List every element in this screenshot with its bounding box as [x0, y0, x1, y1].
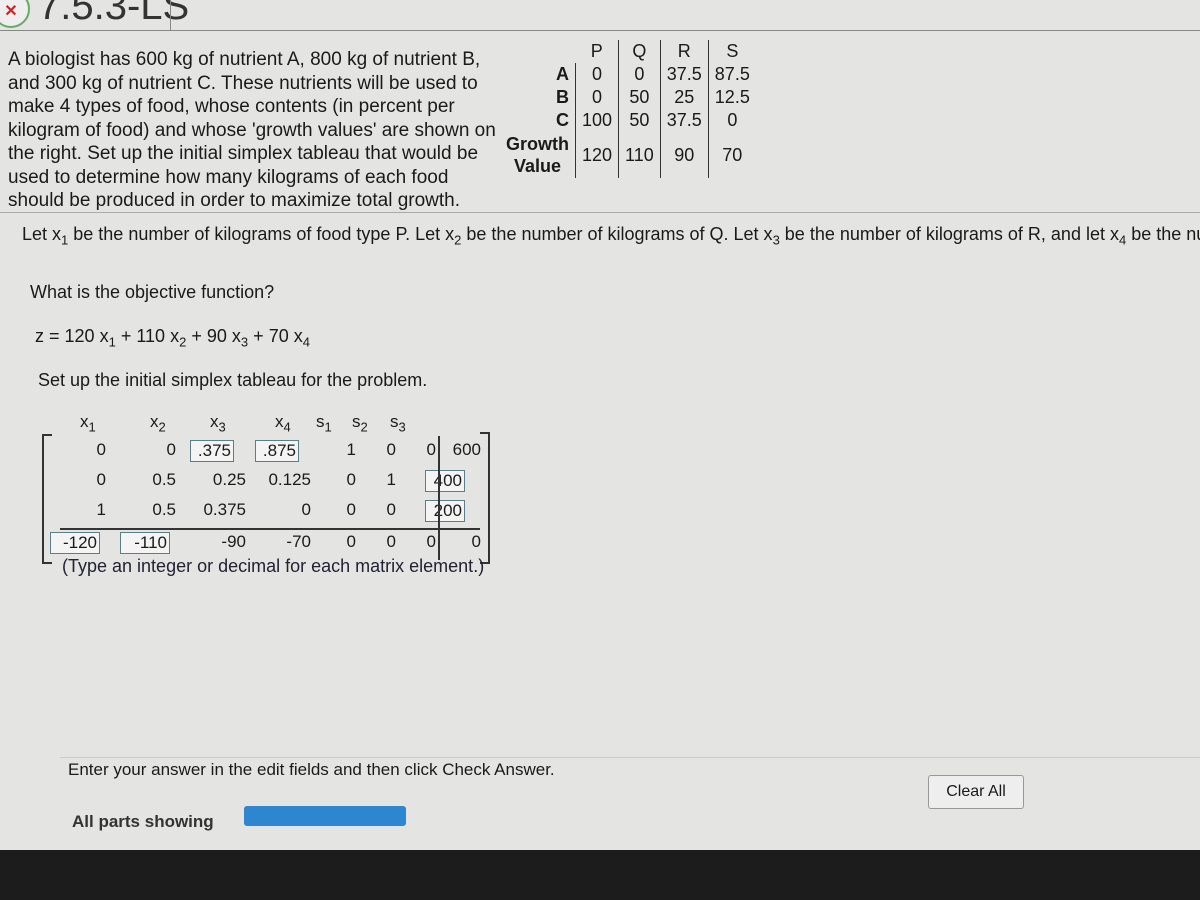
- cell: 0: [575, 86, 620, 109]
- screen: ✕ 7.5.3-LS A biologist has 600 kg of nut…: [0, 0, 1200, 850]
- text: be the number of kilograms of food type …: [68, 224, 455, 244]
- left-bracket: [42, 434, 52, 564]
- cell: 0: [575, 63, 620, 86]
- matrix-cell: 0.375: [203, 500, 246, 519]
- matrix-cell: 600: [452, 440, 481, 459]
- cell: 90: [660, 132, 709, 178]
- cell: 50: [618, 109, 661, 132]
- problem-text: A biologist has 600 kg of nutrient A, 80…: [8, 49, 496, 211]
- cell: 70: [722, 144, 743, 165]
- row-label: B: [500, 86, 576, 109]
- row-label: C: [500, 109, 576, 132]
- cell: 37.5: [660, 63, 709, 86]
- var: x: [99, 326, 109, 346]
- col-header: R: [660, 40, 709, 63]
- tableau-header: x1: [80, 412, 96, 435]
- sub: 3: [772, 232, 780, 248]
- question-objective: What is the objective function?: [30, 282, 275, 302]
- matrix-cell: -90: [221, 532, 246, 551]
- matrix-cell: 1: [96, 500, 106, 519]
- coef-input[interactable]: 70: [269, 326, 289, 346]
- col-header: S: [726, 41, 739, 61]
- cell: 100: [575, 109, 620, 132]
- matrix-input[interactable]: -120: [50, 532, 100, 554]
- separator: [0, 212, 1200, 213]
- tableau-header: s3: [390, 412, 406, 435]
- plus: +: [253, 326, 264, 346]
- var: x: [293, 326, 303, 346]
- coef-input[interactable]: 120: [65, 326, 95, 346]
- divider: [60, 757, 1200, 758]
- right-bracket: [480, 432, 490, 564]
- instruction-text: Enter your answer in the edit fields and…: [68, 760, 555, 779]
- sub: 2: [179, 334, 187, 350]
- matrix-cell: 0.5: [152, 470, 176, 489]
- row-label: Growth Value: [500, 132, 576, 178]
- objective-function: z = 120 x1 + 110 x2 + 90 x3 + 70 x4: [35, 326, 310, 350]
- sub: 1: [108, 334, 116, 350]
- tableau-header: x2: [150, 412, 166, 435]
- nutrient-row: C 100 50 37.5 0: [500, 109, 756, 132]
- nutrient-row: B 0 50 25 12.5: [500, 86, 756, 109]
- z-label: z =: [35, 326, 60, 346]
- nutrient-row: Growth Value 120 110 90 70: [500, 132, 756, 178]
- question-tableau: Set up the initial simplex tableau for t…: [38, 370, 428, 390]
- cell: 0: [618, 63, 661, 86]
- cell: 110: [618, 132, 661, 178]
- text: be the nu: [1126, 224, 1200, 244]
- sub: 3: [240, 334, 249, 350]
- matrix-input[interactable]: 200: [425, 500, 465, 522]
- col-header: P: [575, 40, 620, 63]
- tableau-header: x3: [210, 412, 226, 435]
- var: x: [170, 326, 180, 346]
- plus: +: [120, 326, 132, 346]
- variable-definitions: Let x1 be the number of kilograms of foo…: [22, 224, 1200, 248]
- cell: 120: [575, 132, 620, 178]
- row-label: A: [500, 63, 576, 86]
- objective-row-line: [60, 528, 480, 530]
- matrix-cell: 0: [471, 532, 481, 551]
- cell: 87.5: [714, 64, 750, 84]
- simplex-tableau: x1 x2 x3 x4 s1 s2 s3 0 0.375 .875 1 0 0 600 0 0.5 0.25 0.…: [40, 412, 500, 564]
- nutrient-row: A 0 0 37.5 87.5: [500, 63, 756, 86]
- nutrient-table: PQRS A 0 0 37.5 87.5 B 0 50 25 12.5 C 100 50 37.5 0 Gro…: [500, 40, 756, 178]
- plus: +: [191, 326, 202, 346]
- matrix-cell: 0.5: [152, 500, 176, 519]
- matrix-cell: 0: [166, 440, 176, 459]
- note-text: (Type an integer or decimal for each mat…: [62, 556, 485, 576]
- tableau-header: x4: [275, 412, 291, 435]
- matrix-cell: 0.25: [212, 470, 246, 489]
- clear-all-button[interactable]: Clear All: [928, 775, 1024, 809]
- screen-bezel: [0, 850, 1200, 900]
- matrix-input[interactable]: 400: [425, 470, 465, 492]
- matrix-input[interactable]: .875: [255, 440, 299, 462]
- matrix-cell: 0: [96, 440, 106, 459]
- divider: [170, 0, 171, 30]
- coef-input[interactable]: 110: [136, 326, 165, 346]
- cell: 0: [727, 110, 738, 130]
- augment-line: [438, 436, 440, 560]
- matrix-input[interactable]: -110: [120, 532, 170, 554]
- var: x: [231, 326, 241, 346]
- cell: 12.5: [714, 87, 750, 107]
- progress-bar: [244, 806, 406, 826]
- cell: 50: [618, 86, 661, 109]
- text: be the number of kilograms of Q. Let x: [461, 224, 773, 244]
- matrix-input[interactable]: .375: [190, 440, 234, 462]
- cell: 37.5: [660, 109, 709, 132]
- problem-title: 7.5.3-LS: [38, 0, 190, 28]
- col-header: Q: [618, 40, 661, 63]
- coef-input[interactable]: 90: [207, 326, 227, 346]
- text: Let x: [22, 224, 62, 244]
- sub: 4: [302, 334, 310, 350]
- tableau-header: s1: [316, 412, 332, 435]
- matrix-cell: 0: [96, 470, 106, 489]
- parts-label: All parts showing: [72, 812, 214, 831]
- cell: 25: [660, 86, 709, 109]
- tableau-header: s2: [352, 412, 368, 435]
- text: be the number of kilograms of R, and let…: [779, 224, 1119, 244]
